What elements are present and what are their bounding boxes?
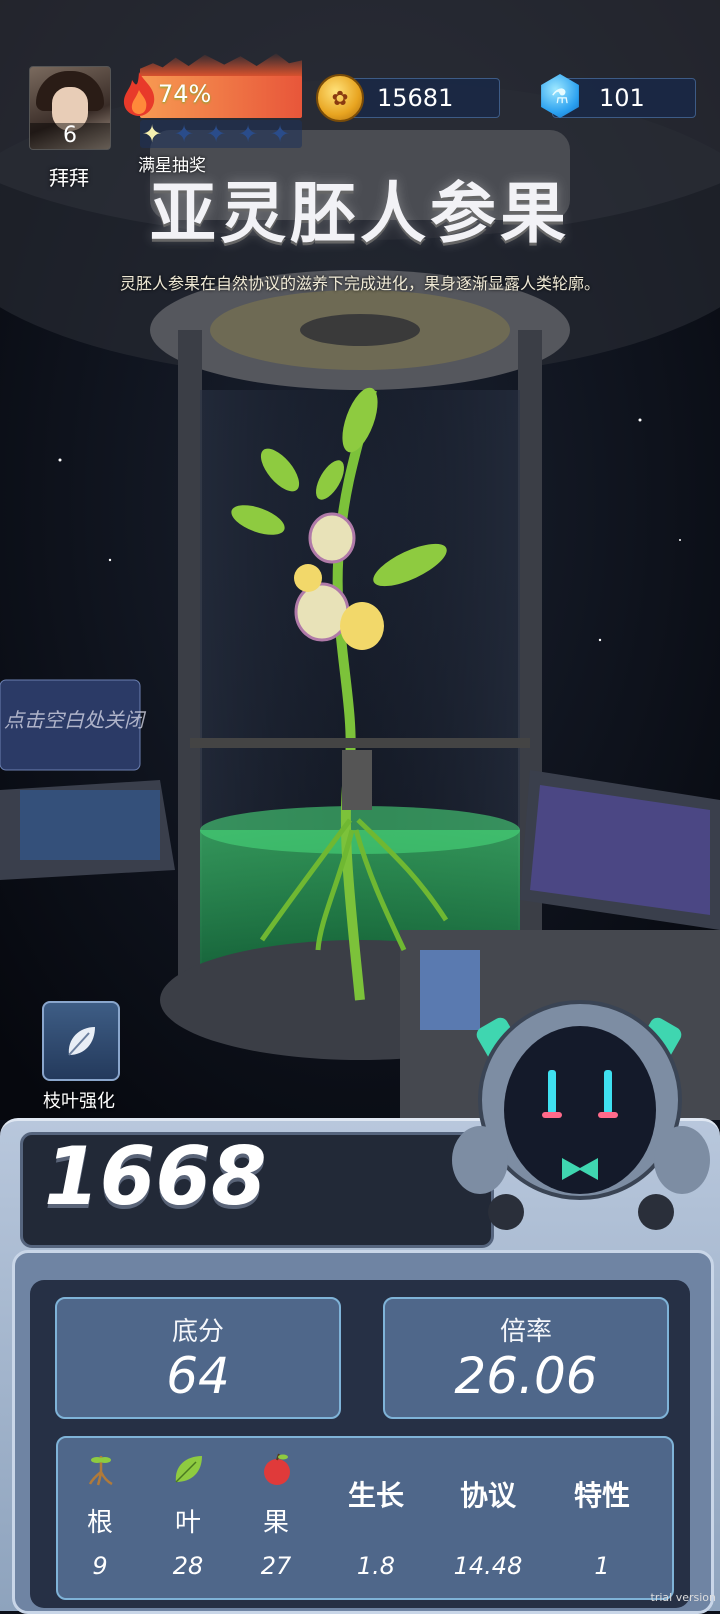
fire-percent: 74% xyxy=(158,80,212,108)
multiplier-label: 倍率 xyxy=(499,1317,552,1347)
attr-protocol-value: 14.48 xyxy=(453,1552,523,1580)
attribute-table: 根 9 叶 28 果 27 生长 1.8 协议 14.48 特性 1 xyxy=(56,1436,674,1600)
gem-value: 101 xyxy=(599,84,645,112)
attr-leaf-label: 叶 xyxy=(174,1508,201,1538)
attr-growth-label: 生长 xyxy=(347,1479,404,1512)
player-level: 6 xyxy=(30,123,110,149)
attr-leaf-value: 28 xyxy=(172,1552,204,1580)
fruit-title: 亚灵胚人参果 xyxy=(150,175,570,252)
close-hint[interactable]: 点击空白处关闭 xyxy=(4,704,144,733)
star-progress[interactable]: ✦ ✦ ✦ ✦ ✦ xyxy=(140,120,302,148)
attr-root-label: 根 xyxy=(86,1508,113,1538)
robot-mascot[interactable] xyxy=(450,990,720,1250)
flame-icon xyxy=(123,72,155,116)
star-empty-icon: ✦ xyxy=(174,120,195,148)
apple-icon xyxy=(264,1453,290,1485)
attr-protocol-label: 协议 xyxy=(459,1479,516,1512)
leaf-icon xyxy=(175,1456,202,1483)
star-empty-icon: ✦ xyxy=(238,120,259,148)
attr-fruit-label: 果 xyxy=(262,1508,289,1538)
attr-trait-label: 特性 xyxy=(573,1479,630,1512)
root-icon xyxy=(88,1456,113,1486)
player-avatar[interactable]: 6 xyxy=(29,66,111,150)
branch-enhance-label: 枝叶强化 xyxy=(43,1091,115,1112)
fruit-description: 灵胚人参果在自然协议的滋养下完成进化，果身逐渐显露人类轮廓。 xyxy=(119,274,600,293)
star-empty-icon: ✦ xyxy=(270,120,291,148)
base-score-card: 底分 64 xyxy=(55,1297,341,1419)
attr-fruit-value: 27 xyxy=(260,1552,292,1580)
coin-icon: ✿ xyxy=(316,74,364,122)
watermark: trial version xyxy=(650,1591,716,1604)
attr-root-value: 9 xyxy=(92,1552,108,1580)
branch-enhance-button[interactable] xyxy=(42,1001,120,1081)
leaf-icon xyxy=(68,1027,95,1056)
base-score-value: 64 xyxy=(166,1347,230,1405)
base-score-label: 底分 xyxy=(171,1317,224,1347)
star-filled-icon: ✦ xyxy=(142,120,163,148)
attr-trait-value: 1 xyxy=(594,1552,610,1580)
attr-growth-value: 1.8 xyxy=(356,1552,396,1580)
multiplier-card: 倍率 26.06 xyxy=(383,1297,669,1419)
star-empty-icon: ✦ xyxy=(206,120,227,148)
multiplier-value: 26.06 xyxy=(454,1347,598,1405)
coin-value: 15681 xyxy=(377,84,454,112)
total-score: 1668 xyxy=(44,1130,267,1223)
